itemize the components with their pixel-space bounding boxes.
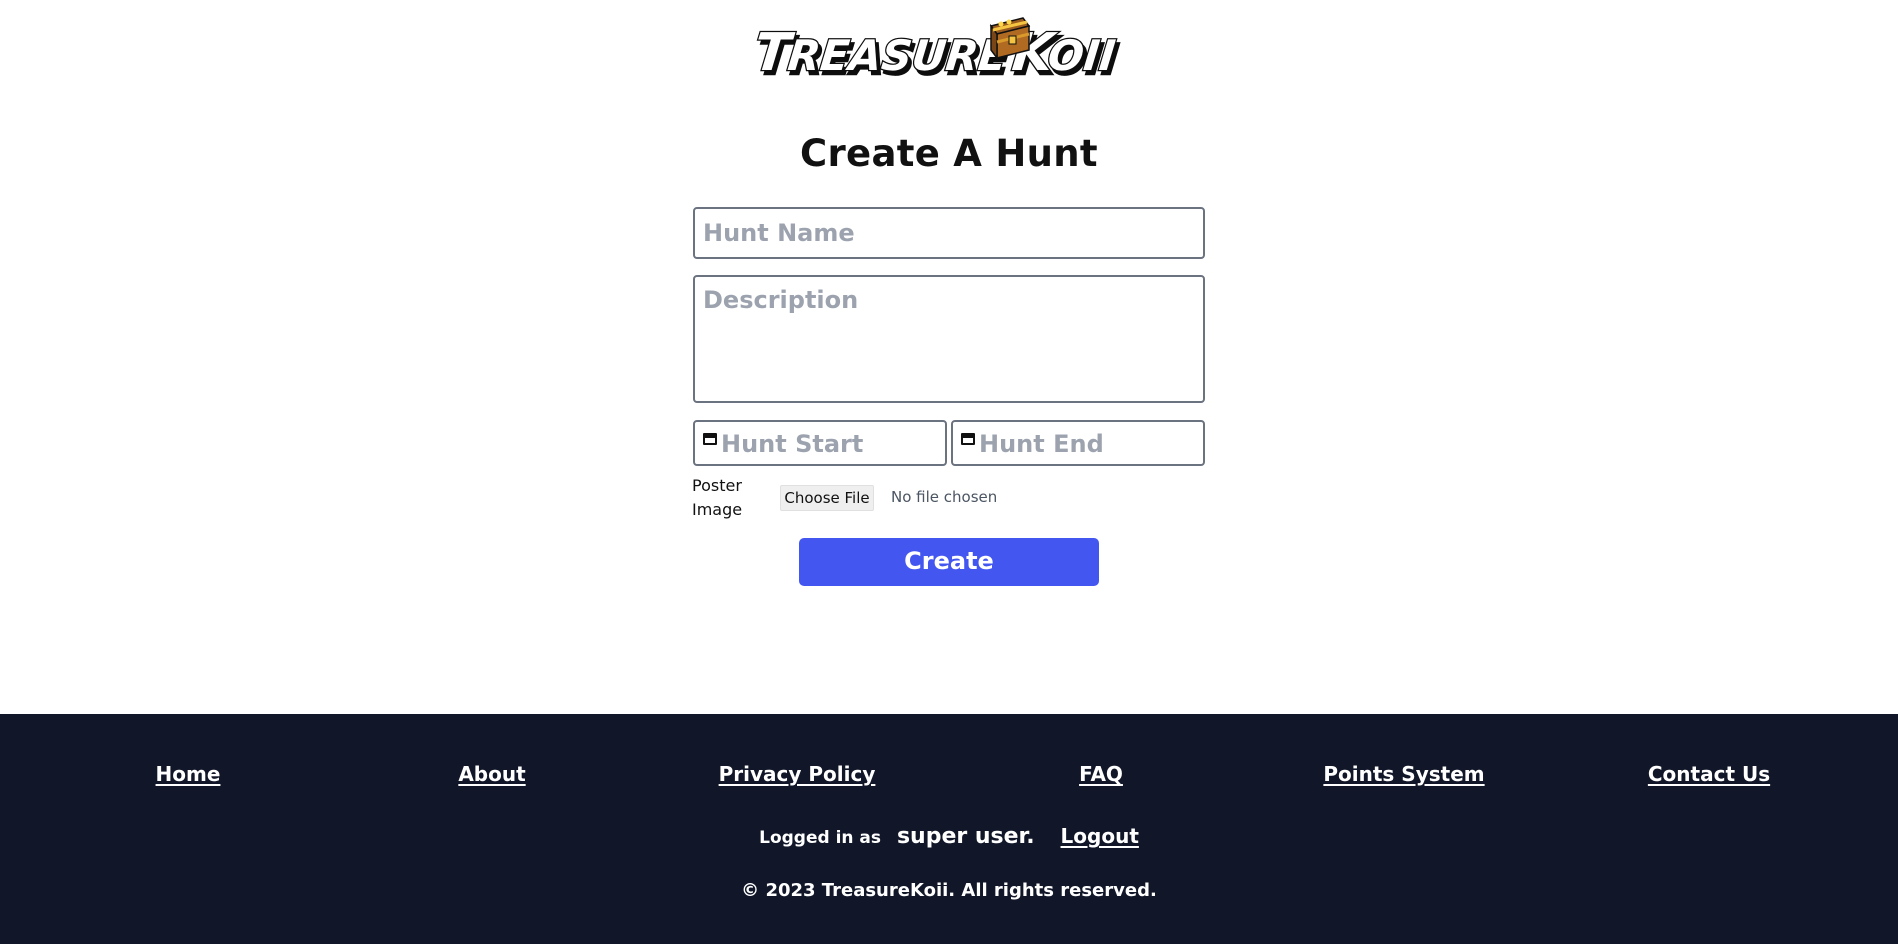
- logged-in-prefix: Logged in as: [759, 828, 882, 848]
- logout-link[interactable]: Logout: [1061, 824, 1139, 848]
- file-status-text: No file chosen: [891, 488, 998, 506]
- site-header: T REASURE K OII: [0, 0, 1898, 100]
- hunt-start-input[interactable]: Hunt Start: [693, 420, 947, 466]
- footer-link-faq[interactable]: FAQ: [1079, 762, 1123, 786]
- hunt-end-placeholder: Hunt End: [979, 430, 1104, 458]
- choose-file-button[interactable]: Choose File: [780, 485, 874, 511]
- svg-text:REASURE: REASURE: [786, 31, 1010, 80]
- treasurekoii-logo[interactable]: T REASURE K OII: [755, 10, 1141, 86]
- footer-link-privacy-policy[interactable]: Privacy Policy: [719, 762, 876, 786]
- calendar-icon[interactable]: [703, 433, 717, 445]
- hunt-end-input[interactable]: Hunt End: [951, 420, 1205, 466]
- footer-link-points-system[interactable]: Points System: [1323, 762, 1484, 786]
- page-title: Create A Hunt: [800, 132, 1098, 175]
- footer-link-contact-us[interactable]: Contact Us: [1648, 762, 1770, 786]
- calendar-icon[interactable]: [961, 433, 975, 445]
- site-footer: Home About Privacy Policy FAQ Points Sys…: [0, 714, 1898, 944]
- create-button[interactable]: Create: [799, 538, 1099, 586]
- treasure-chest-icon: [989, 17, 1031, 61]
- svg-text:OII: OII: [1046, 31, 1118, 80]
- footer-link-about[interactable]: About: [458, 762, 525, 786]
- description-textarea[interactable]: [693, 275, 1205, 403]
- username: super user.: [896, 824, 1035, 849]
- copyright-text: © 2023 TreasureKoii. All rights reserved…: [741, 880, 1157, 901]
- hunt-start-placeholder: Hunt Start: [721, 430, 864, 458]
- footer-link-home[interactable]: Home: [156, 762, 221, 786]
- poster-image-label: Poster Image: [692, 476, 743, 519]
- logged-in-status: Logged in as super user. Logout: [0, 824, 1898, 849]
- hunt-name-input[interactable]: [693, 207, 1205, 259]
